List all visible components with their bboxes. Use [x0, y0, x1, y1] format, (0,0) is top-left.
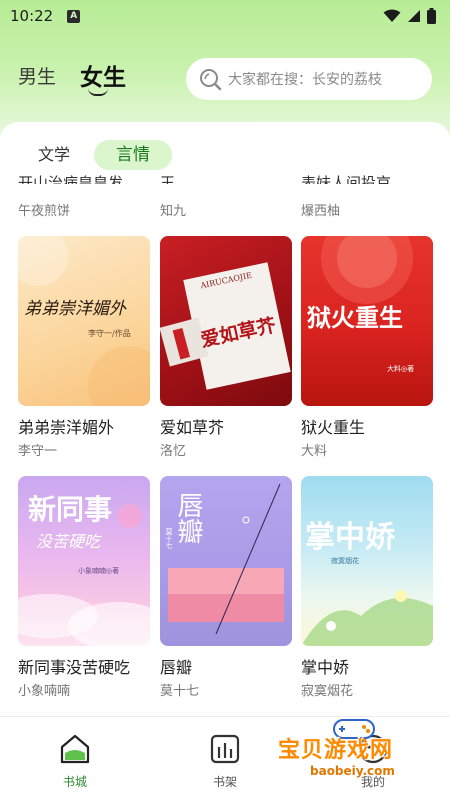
tab-female[interactable]: 女生	[80, 58, 126, 92]
book-card[interactable]: 唇瓣 莫十七 唇瓣 莫十七	[160, 476, 292, 699]
status-time: 10:22	[10, 7, 54, 25]
watermark-text: 宝贝游戏网	[278, 738, 394, 763]
book-cover[interactable]: 新同事 没苦硬吃 小象喃喃◎著	[18, 476, 150, 646]
site-watermark: 宝贝游戏网 baobeiy.com	[272, 718, 442, 790]
book-author: 午夜煎饼	[18, 204, 71, 219]
book-title[interactable]: 表妹人间投京	[301, 174, 391, 184]
book-card[interactable]: 弟弟崇洋媚外 李守一/作品 弟弟崇洋媚外 李守一	[18, 236, 150, 459]
tab-literature[interactable]: 文学	[38, 140, 70, 170]
book-cover[interactable]: 狱火重生 大料◎著	[301, 236, 433, 406]
bookshelf-icon	[210, 734, 240, 764]
book-title[interactable]: 开山治病皇皇发	[18, 174, 123, 184]
cover-decoration	[18, 236, 150, 406]
cover-title: 新同事	[28, 493, 113, 526]
cover-title: 掌中娇	[305, 520, 395, 555]
cover-subtitle: 李守一/作品	[88, 329, 131, 338]
notification-a-icon: A	[67, 9, 81, 23]
wifi-icon	[383, 9, 401, 22]
book-author: 莫十七	[160, 684, 200, 699]
book-author: 爆西柚	[301, 204, 341, 219]
book-title[interactable]: 王	[160, 174, 175, 184]
cover-subtitle: 寂寞烟花	[331, 557, 359, 565]
tab-romance[interactable]: 言情	[94, 140, 172, 170]
cover-decoration	[301, 590, 433, 646]
book-author: 寂寞烟花	[301, 684, 354, 699]
tab-male[interactable]: 男生	[18, 62, 56, 89]
book-cover[interactable]: 唇瓣 莫十七	[160, 476, 292, 646]
nav-bookstore[interactable]: 书城	[45, 733, 105, 790]
book-title[interactable]: 掌中娇	[301, 654, 433, 677]
battery-icon	[427, 8, 436, 24]
book-card[interactable]: 新同事 没苦硬吃 小象喃喃◎著 新同事没苦硬吃 小象喃喃	[18, 476, 150, 699]
active-tab-indicator	[88, 88, 108, 96]
book-cover[interactable]: AIRUCAOJIE 爱如草芥	[160, 236, 292, 406]
watermark-url: baobeiy.com	[310, 764, 395, 778]
book-title[interactable]: 弟弟崇洋媚外	[18, 414, 150, 437]
book-author: 李守一	[18, 444, 58, 459]
partial-book-row: 开山治病皇皇发 午夜煎饼 王 知九 表妹人间投京 爆西柚	[0, 174, 450, 222]
status-bar: 10:22 A	[0, 0, 450, 32]
nav-label: 书城	[62, 775, 87, 789]
book-title[interactable]: 新同事没苦硬吃	[18, 654, 150, 677]
cover-title: 弟弟崇洋媚外	[24, 299, 126, 319]
book-title[interactable]: 唇瓣	[160, 654, 292, 677]
book-author: 知九	[160, 204, 187, 219]
book-title[interactable]: 狱火重生	[301, 414, 433, 437]
cover-subtitle: 小象喃喃◎著	[78, 567, 120, 575]
book-title[interactable]: 爱如草芥	[160, 414, 292, 437]
book-author: 大料	[301, 444, 328, 459]
nav-bookshelf[interactable]: 书架	[195, 733, 255, 790]
category-tabs: 文学 言情	[0, 136, 450, 170]
book-author: 洛忆	[160, 444, 187, 459]
nav-label: 书架	[212, 775, 237, 789]
cover-title-2: 没苦硬吃	[36, 532, 101, 551]
book-card[interactable]: AIRUCAOJIE 爱如草芥 爱如草芥 洛忆	[160, 236, 292, 459]
signal-icon	[408, 10, 420, 22]
cover-title: 唇瓣	[173, 492, 203, 544]
book-author: 小象喃喃	[18, 684, 71, 699]
header: 男生 女生 大家都在搜：长安的荔枝	[0, 32, 450, 122]
cover-title: 狱火重生	[307, 303, 403, 332]
search-input[interactable]: 大家都在搜：长安的荔枝	[186, 58, 432, 100]
book-list-panel: 文学 言情 开山治病皇皇发 午夜煎饼 王 知九 表妹人间投京 爆西柚 弟弟崇洋媚…	[0, 122, 450, 716]
search-placeholder: 大家都在搜：长安的荔枝	[228, 72, 382, 88]
book-cover[interactable]: 掌中娇 寂寞烟花	[301, 476, 433, 646]
book-card[interactable]: 掌中娇 寂寞烟花 掌中娇 寂寞烟花	[301, 476, 433, 699]
book-cover[interactable]: 弟弟崇洋媚外 李守一/作品	[18, 236, 150, 406]
book-card[interactable]: 狱火重生 大料◎著 狱火重生 大料	[301, 236, 433, 459]
bookstore-icon	[60, 734, 90, 764]
cover-subtitle: 莫十七	[165, 528, 173, 549]
cover-subtitle: 大料◎著	[387, 365, 415, 373]
search-icon	[200, 69, 222, 91]
